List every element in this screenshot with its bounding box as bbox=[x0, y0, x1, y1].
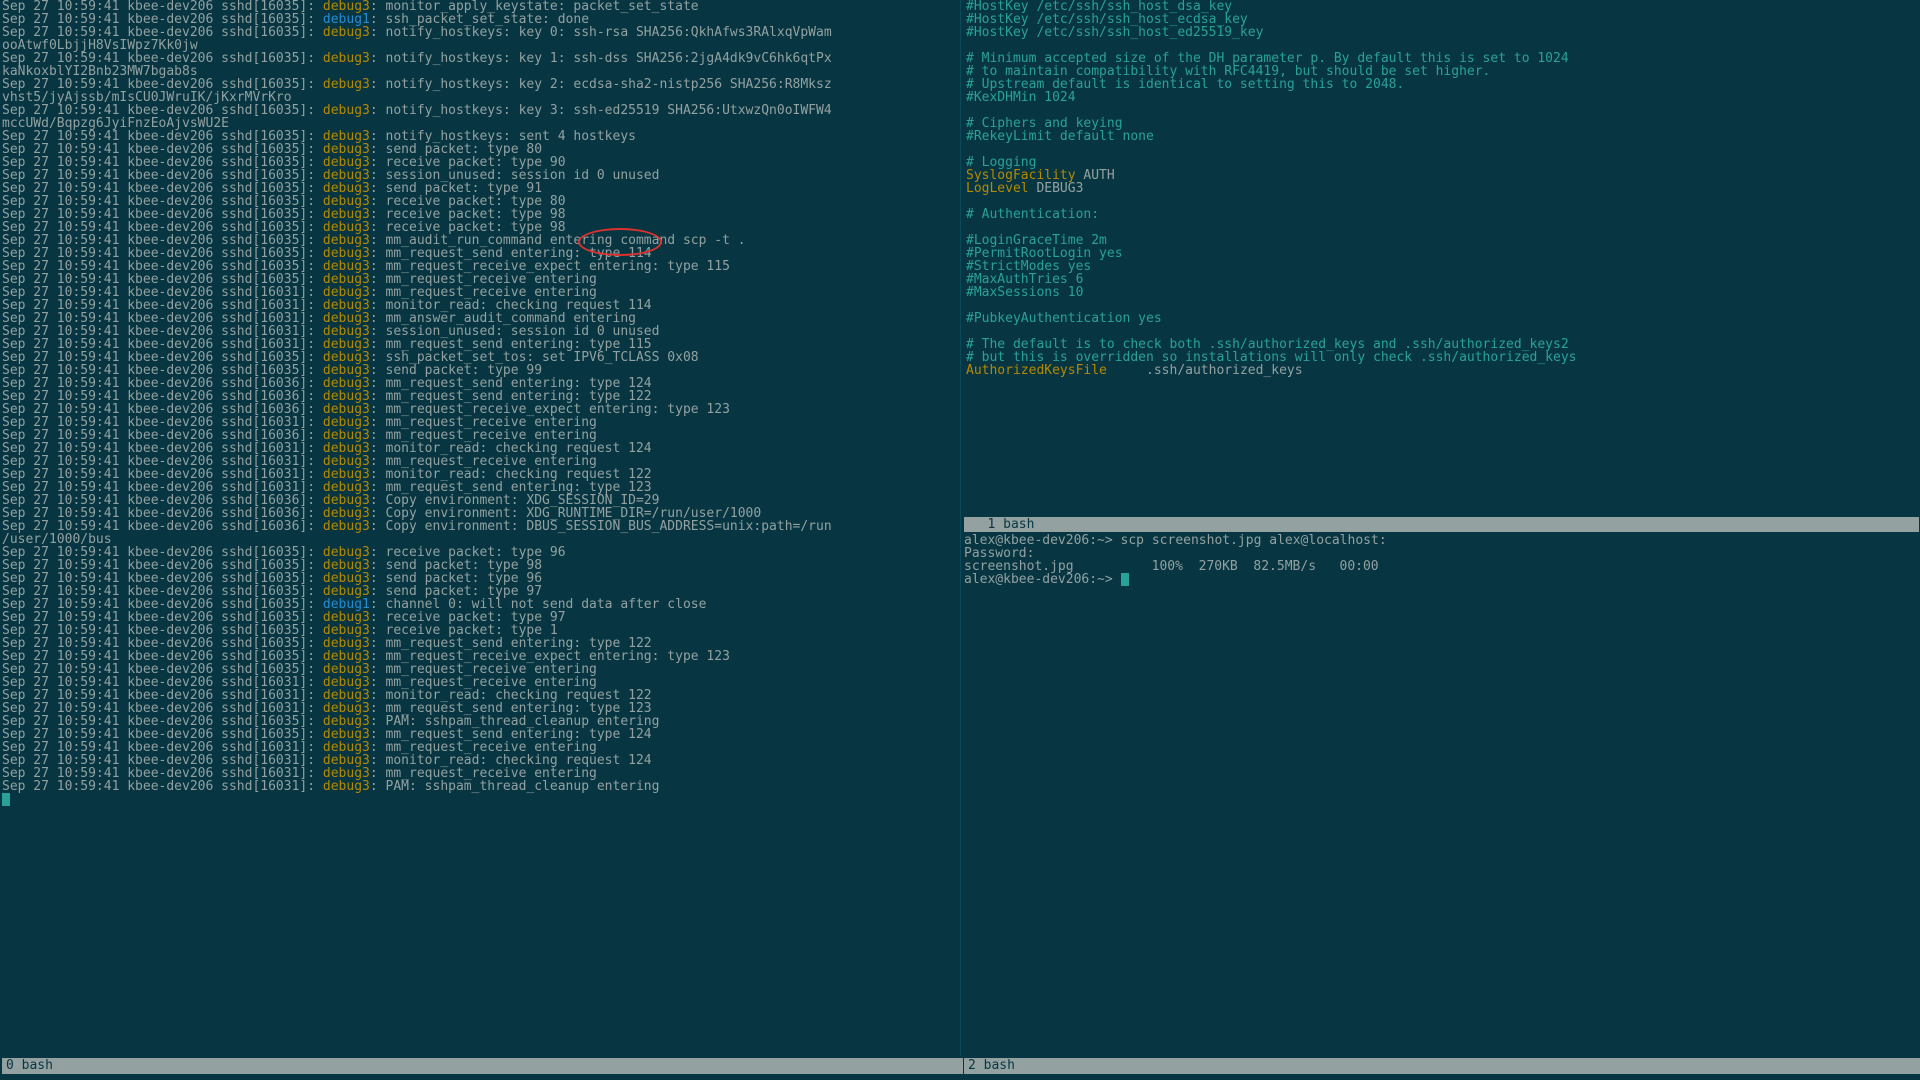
log-prefix: Sep 27 10:59:41 kbee-dev206 sshd[16031]: bbox=[2, 779, 323, 794]
config-comment: #HostKey /etc/ssh/ssh_host_ed25519_key bbox=[966, 25, 1263, 40]
config-comment: #MaxSessions 10 bbox=[966, 285, 1083, 300]
pane-divider bbox=[960, 0, 961, 1056]
config-value: DEBUG3 bbox=[1029, 181, 1084, 196]
shell-pane[interactable]: alex@kbee-dev206:~> scp screenshot.jpg a… bbox=[964, 534, 1387, 586]
config-key: LogLevel bbox=[966, 181, 1029, 196]
left-pane-cursor bbox=[2, 793, 10, 806]
transfer-stats: 100% 270KB 82.5MB/s 00:00 bbox=[1152, 560, 1379, 573]
config-comment: #PubkeyAuthentication yes bbox=[966, 311, 1162, 326]
config-comment: #RekeyLimit default none bbox=[966, 129, 1154, 144]
config-comment: #KexDHMin 1024 bbox=[966, 90, 1076, 105]
log-message: : notify_hostkeys: key 2: ecdsa-sha2-nis… bbox=[370, 77, 832, 92]
log-level: debug3 bbox=[323, 77, 370, 92]
log-level: debug3 bbox=[323, 103, 370, 118]
config-key: AuthorizedKeysFile bbox=[966, 363, 1107, 378]
config-comment: # Authentication: bbox=[966, 207, 1099, 222]
tmux-tab-left[interactable]: 0 bash bbox=[2, 1058, 963, 1074]
log-level: debug3 bbox=[323, 519, 370, 534]
shell-cursor bbox=[1121, 573, 1129, 586]
config-pane[interactable]: #HostKey /etc/ssh/ssh_host_dsa_key #Host… bbox=[962, 0, 1920, 504]
left-log-pane[interactable]: Sep 27 10:59:41 kbee-dev206 sshd[16035]:… bbox=[0, 0, 962, 1056]
log-message: : PAM: sshpam_thread_cleanup entering bbox=[370, 779, 660, 794]
shell-prompt-line-2: alex@kbee-dev206:~> bbox=[964, 572, 1121, 587]
tmux-tab-right-upper[interactable]: 1 bash bbox=[964, 517, 1919, 532]
log-message: : notify_hostkeys: key 0: ssh-rsa SHA256… bbox=[370, 25, 832, 40]
log-message: : notify_hostkeys: key 3: ssh-ed25519 SH… bbox=[370, 103, 832, 118]
log-level: debug3 bbox=[323, 25, 370, 40]
config-value: .ssh/authorized_keys bbox=[1107, 363, 1303, 378]
tmux-tab-right-lower[interactable]: 2 bash bbox=[964, 1058, 1920, 1074]
log-level: debug3 bbox=[323, 779, 370, 794]
log-message: : Copy environment: DBUS_SESSION_BUS_ADD… bbox=[370, 519, 832, 534]
log-message: : notify_hostkeys: key 1: ssh-dss SHA256… bbox=[370, 51, 832, 66]
log-level: debug3 bbox=[323, 51, 370, 66]
